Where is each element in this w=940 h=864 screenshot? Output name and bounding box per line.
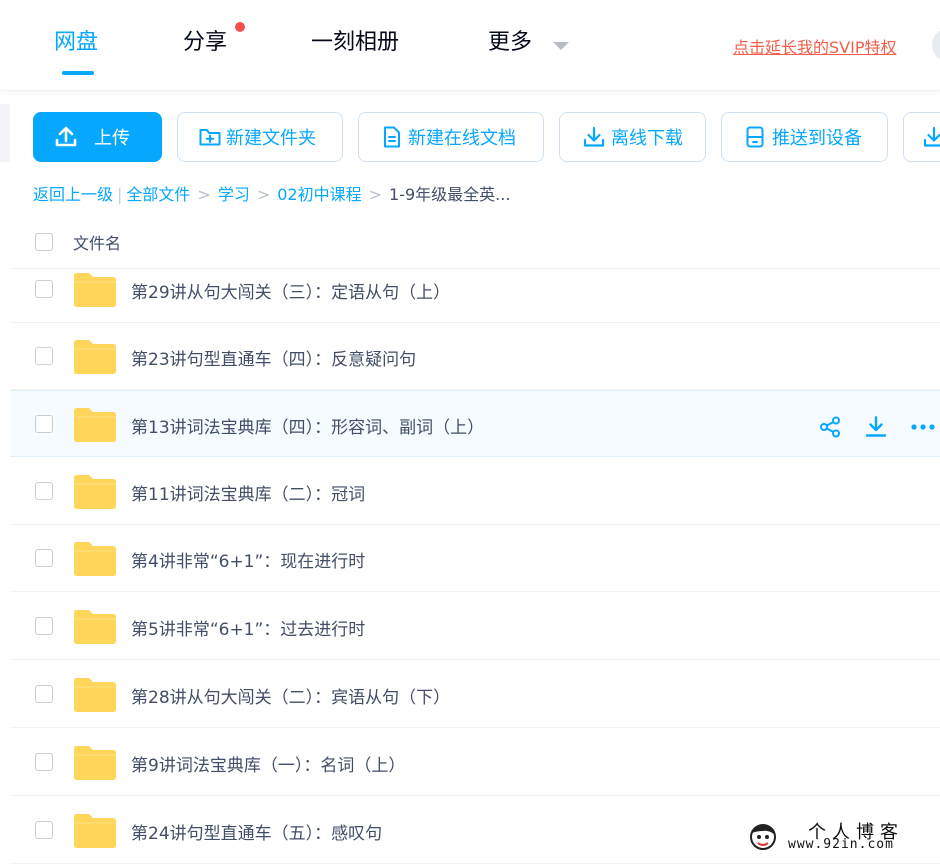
row-actions	[818, 415, 940, 439]
row-checkbox[interactable]	[35, 549, 53, 567]
file-name[interactable]: 第23讲句型直通车（四）：反意疑问句	[131, 345, 416, 370]
download-icon[interactable]	[864, 415, 888, 439]
folder-add-icon	[199, 129, 221, 146]
folder-icon	[74, 475, 116, 509]
offline-download-button[interactable]: 离线下载	[559, 112, 706, 162]
file-name[interactable]: 第29讲从句大闯关（三）：定语从句（上）	[131, 278, 450, 303]
new-online-doc-button[interactable]: 新建在线文档	[358, 112, 544, 162]
download-icon	[923, 126, 940, 147]
row-checkbox[interactable]	[35, 753, 53, 771]
breadcrumb-back[interactable]: 返回上一级	[33, 185, 113, 204]
chevron-right-icon: >	[197, 185, 211, 204]
table-row[interactable]: 第23讲句型直通车（四）：反意疑问句	[10, 323, 940, 390]
file-name[interactable]: 第4讲非常“6+1”：现在进行时	[131, 547, 365, 572]
row-checkbox[interactable]	[35, 347, 53, 365]
new-folder-button[interactable]: 新建文件夹	[177, 112, 343, 162]
breadcrumb-current: 1-9年级最全英...	[389, 185, 511, 204]
breadcrumb-all-files[interactable]: 全部文件	[126, 185, 190, 204]
row-checkbox[interactable]	[35, 617, 53, 635]
file-name[interactable]: 第28讲从句大闯关（二）：宾语从句（下）	[131, 683, 450, 708]
file-name[interactable]: 第11讲词法宝典库（二）：冠词	[131, 480, 365, 505]
nav-tab-photo-album[interactable]: 一刻相册	[311, 28, 399, 58]
folder-icon	[74, 542, 116, 576]
chevron-down-icon[interactable]	[553, 42, 569, 50]
folder-icon	[74, 273, 116, 307]
table-row[interactable]: 第5讲非常“6+1”：过去进行时	[10, 593, 940, 660]
upload-button-label: 上传	[94, 128, 130, 149]
upload-button[interactable]: 上传	[33, 112, 162, 162]
file-name[interactable]: 第24讲句型直通车（五）：感叹句	[131, 819, 382, 844]
folder-icon	[74, 678, 116, 712]
row-checkbox[interactable]	[35, 415, 53, 433]
breadcrumb-middle-school[interactable]: 02初中课程	[277, 185, 361, 204]
document-icon	[384, 126, 400, 148]
table-row[interactable]: 第4讲非常“6+1”：现在进行时	[10, 525, 940, 592]
push-to-device-button[interactable]: 推送到设备	[721, 112, 888, 162]
upload-icon	[55, 126, 77, 147]
nav-tab-share[interactable]: 分享	[183, 28, 227, 58]
offline-download-button-label: 离线下载	[611, 128, 683, 149]
more-toolbar-button[interactable]	[903, 112, 940, 162]
new-online-doc-button-label: 新建在线文档	[408, 128, 516, 149]
new-folder-button-label: 新建文件夹	[226, 128, 316, 149]
file-name[interactable]: 第9讲词法宝典库（一）：名词（上）	[131, 751, 405, 776]
table-row[interactable]: 第29讲从句大闯关（三）：定语从句（上）	[10, 256, 940, 323]
select-all-checkbox[interactable]	[35, 233, 53, 251]
nav-tab-netdisk[interactable]: 网盘	[54, 28, 98, 58]
file-name[interactable]: 第5讲非常“6+1”：过去进行时	[131, 615, 365, 640]
folder-icon	[74, 340, 116, 374]
row-checkbox[interactable]	[35, 685, 53, 703]
sidebar-edge	[0, 104, 10, 162]
breadcrumb-divider: |	[117, 185, 123, 204]
watermark: 个人博客 www.92in.com	[748, 818, 938, 858]
top-navigation: 网盘 分享 一刻相册 更多 点击延长我的SVIP特权	[0, 0, 940, 91]
folder-icon	[74, 814, 116, 848]
push-to-device-button-label: 推送到设备	[772, 128, 862, 149]
chevron-right-icon: >	[256, 185, 271, 204]
table-row[interactable]: 第28讲从句大闯关（二）：宾语从句（下）	[10, 661, 940, 728]
table-row[interactable]: 第9讲词法宝典库（一）：名词（上）	[10, 729, 940, 796]
row-checkbox[interactable]	[35, 482, 53, 500]
more-options-icon[interactable]	[910, 415, 938, 439]
nav-tab-more[interactable]: 更多	[488, 28, 532, 58]
row-checkbox[interactable]	[35, 821, 53, 839]
download-icon	[583, 126, 605, 147]
row-checkbox[interactable]	[35, 280, 53, 298]
notification-dot	[235, 22, 245, 32]
folder-icon	[74, 408, 116, 442]
folder-icon	[74, 746, 116, 780]
svip-extend-link[interactable]: 点击延长我的SVIP特权	[733, 34, 896, 58]
device-icon	[746, 126, 764, 148]
file-name[interactable]: 第13讲词法宝典库（四）：形容词、副词（上）	[131, 413, 484, 438]
folder-icon	[74, 610, 116, 644]
breadcrumb-study[interactable]: 学习	[218, 185, 250, 204]
column-header-filename[interactable]: 文件名	[73, 230, 121, 254]
breadcrumb: 返回上一级 | 全部文件 > 学习 >02初中课程 >1-9年级最全英...	[33, 184, 510, 206]
share-icon[interactable]	[818, 415, 842, 439]
table-row[interactable]: 第11讲词法宝典库（二）：冠词	[10, 458, 940, 525]
active-tab-indicator	[62, 71, 94, 75]
watermark-url: www.92in.com	[788, 837, 894, 852]
avatar[interactable]	[932, 28, 940, 62]
mascot-logo-icon	[750, 824, 776, 850]
chevron-right-icon: >	[368, 185, 383, 204]
table-row[interactable]: 第13讲词法宝典库（四）：形容词、副词（上）	[10, 390, 940, 457]
